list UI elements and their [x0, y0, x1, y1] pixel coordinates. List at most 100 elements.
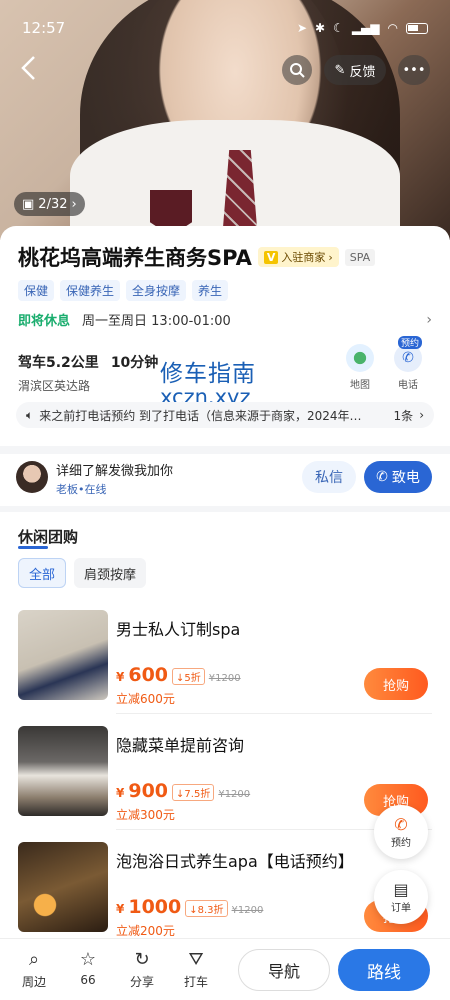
deal-name: 泡泡浴日式养生apa【电话预约】: [116, 852, 354, 871]
owner-contact: 详细了解发微我加你 老板•在线 私信 ✆ 致电: [0, 454, 450, 506]
notice-bar[interactable]: 🔈︎ 来之前打电话预约 到了打电话（信息来源于商家，2024年… 1条 ›: [16, 402, 434, 428]
status-time: 12:57: [22, 19, 66, 37]
book-float-label: 预约: [391, 837, 411, 849]
merchant-badge[interactable]: V 入驻商家 ›: [257, 247, 339, 267]
service-tag[interactable]: 养生: [192, 280, 229, 301]
feedback-label: 反馈: [349, 64, 376, 80]
feedback-button[interactable]: ✎ 反馈: [324, 55, 386, 85]
service-tag[interactable]: 保健养生: [60, 280, 121, 301]
hours-text: 周一至周日 13:00-01:00: [82, 314, 231, 329]
currency-symbol: ¥: [116, 670, 125, 684]
taxi-icon: ⛛: [188, 949, 204, 970]
deal-price: ¥ 600 ↓5折 ¥1200: [116, 664, 241, 686]
navigate-button[interactable]: 导航: [238, 949, 330, 991]
phone-button[interactable]: 预约 ✆ 电话: [388, 336, 428, 391]
route-button[interactable]: 路线: [338, 949, 430, 991]
deal-thumbnail: [18, 726, 108, 816]
map-icon: [346, 344, 374, 372]
verified-icon: V: [263, 250, 279, 264]
deal-discount: ↓7.5折: [172, 784, 215, 801]
chevron-right-icon: ›: [426, 311, 432, 328]
notice-count: 1条: [393, 408, 414, 423]
map-label: 地图: [350, 380, 370, 391]
search-button[interactable]: [282, 55, 312, 85]
shop-name: 桃花坞高端养生商务SPA: [18, 246, 252, 270]
divider: [0, 506, 450, 512]
divider: [0, 446, 450, 454]
share-button[interactable]: ↻ 分享: [122, 949, 162, 990]
shop-info-card: 桃花坞高端养生商务SPA V 入驻商家 › SPA 保健 保健养生 全身按摩 养…: [0, 226, 450, 446]
owner-online: 在线: [84, 483, 107, 496]
call-button[interactable]: ✆ 致电: [364, 461, 432, 493]
service-tag[interactable]: 保健: [18, 280, 55, 301]
deal-discount-text: 5折: [184, 673, 201, 684]
deal-thumbnail: [18, 842, 108, 932]
deal-price-value: 900: [128, 780, 169, 802]
title-row: 桃花坞高端养生商务SPA V 入驻商家 › SPA: [18, 242, 376, 272]
favorite-button[interactable]: ☆ 66: [68, 949, 108, 987]
filter-all[interactable]: 全部: [18, 558, 67, 588]
nearby-button[interactable]: ⌕ 周边: [14, 949, 54, 990]
book-float-button[interactable]: ✆ 预约: [374, 805, 428, 859]
merchant-badge-label: 入驻商家: [281, 251, 326, 264]
status-bar: 12:57 ➤ ✱ ☾ ▂▄▆ ◠: [0, 0, 450, 56]
deal-original-price: ¥1200: [208, 673, 241, 684]
currency-symbol: ¥: [116, 786, 125, 800]
watermark-cn: 修车指南: [160, 361, 256, 387]
bottom-bar: ⌕ 周边 ☆ 66 ↻ 分享 ⛛ 打车 导航 路线: [0, 938, 450, 1000]
wifi-icon: ◠: [387, 21, 398, 35]
order-float-label: 订单: [391, 902, 411, 914]
moon-icon: ☾: [333, 21, 344, 35]
deal-price-value: 600: [128, 664, 169, 686]
deal-thumbnail: [18, 610, 108, 700]
star-icon: ☆: [79, 949, 97, 970]
share-icon: ↻: [134, 949, 150, 970]
photo-counter-text: 2/32: [38, 196, 68, 212]
deal-save: 立减200元: [116, 924, 175, 938]
service-tags: 保健 保健养生 全身按摩 养生: [18, 280, 229, 301]
signal-icon: ▂▄▆: [351, 21, 380, 35]
phone-icon: ✆: [376, 469, 388, 485]
favorite-count: 66: [80, 973, 96, 987]
owner-message: 详细了解发微我加你: [56, 464, 174, 479]
photo-counter[interactable]: ▣ 2/32 ›: [14, 192, 85, 216]
drive-time: 10分钟: [110, 355, 159, 371]
deal-item[interactable]: 男士私人订制spa ¥ 600 ↓5折 ¥1200 立减600元 抢购: [0, 610, 450, 725]
avatar[interactable]: [16, 461, 48, 493]
chevron-right-icon: ›: [328, 250, 333, 264]
divider: [116, 713, 432, 714]
map-button[interactable]: 地图: [340, 344, 380, 391]
chevron-right-icon: ›: [419, 408, 424, 422]
deal-price: ¥ 900 ↓7.5折 ¥1200: [116, 780, 250, 802]
business-hours[interactable]: 即将休息 周一至周日 13:00-01:00 ›: [18, 310, 432, 330]
deal-price-value: 1000: [128, 896, 182, 918]
deal-discount-text: 8.3折: [197, 905, 224, 916]
phone-icon: ✆: [394, 814, 408, 834]
chevron-left-icon: [21, 56, 35, 80]
taxi-button[interactable]: ⛛ 打车: [176, 949, 216, 990]
service-tag[interactable]: 全身按摩: [126, 280, 187, 301]
buy-button[interactable]: 抢购: [364, 668, 428, 700]
deal-original-price: ¥1200: [218, 789, 251, 800]
distance-info: 驾车5.2公里 10分钟: [18, 352, 158, 372]
status-icons: ➤ ✱ ☾ ▂▄▆ ◠: [297, 21, 428, 35]
deal-filters: 全部 肩颈按摩: [18, 558, 147, 588]
owner-role: 老板: [56, 483, 78, 496]
search-icon: ⌕: [28, 949, 40, 970]
category-tag: SPA: [344, 248, 376, 266]
image-icon: ▣: [22, 196, 35, 212]
order-float-button[interactable]: ▤ 订单: [374, 870, 428, 924]
taxi-label: 打车: [183, 975, 208, 989]
hours-state: 即将休息: [18, 314, 71, 329]
battery-icon: [406, 22, 428, 34]
location-icon: ➤: [296, 21, 307, 35]
deal-name: 男士私人订制spa: [116, 620, 241, 639]
private-message-button[interactable]: 私信: [302, 461, 356, 493]
back-button[interactable]: [18, 55, 48, 85]
filter-neck-massage[interactable]: 肩颈按摩: [74, 558, 147, 588]
more-button[interactable]: •••: [398, 55, 430, 85]
nearby-label: 周边: [21, 975, 46, 989]
deal-discount-text: 7.5折: [184, 789, 211, 800]
speaker-icon: 🔈︎: [26, 407, 34, 422]
edit-icon: ✎: [334, 62, 346, 78]
